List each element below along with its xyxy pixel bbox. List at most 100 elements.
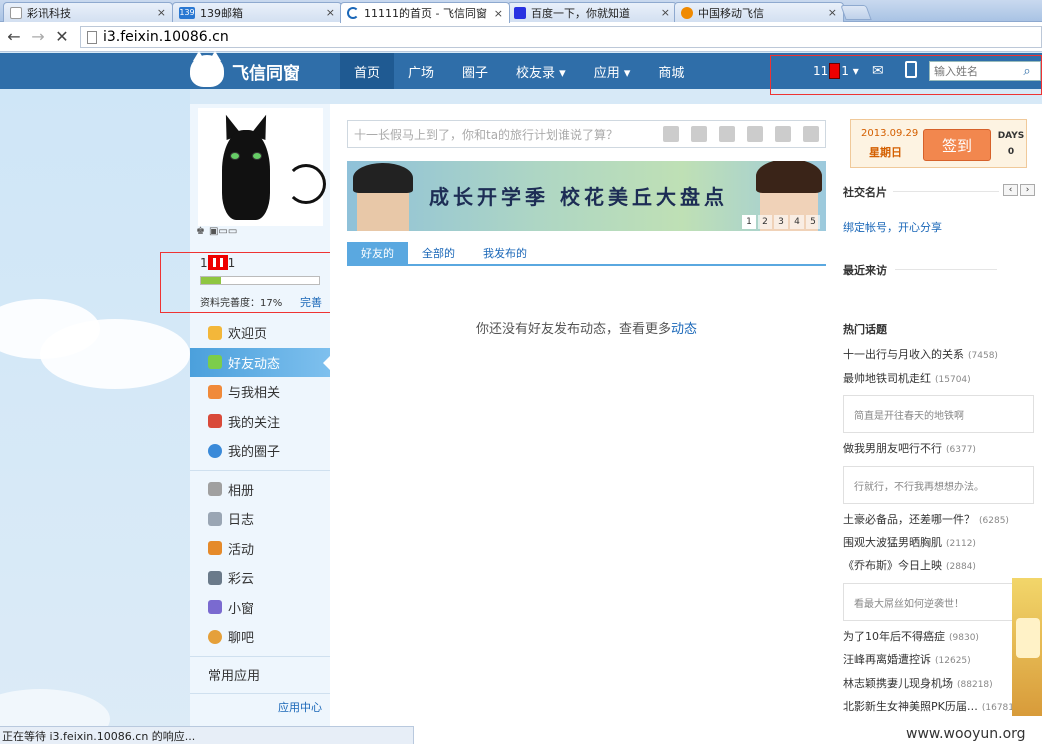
topic-quote: 简直是开往春天的地铁啊 [843, 395, 1034, 433]
topic-quote: 行就行，不行我再想想办法。 [843, 466, 1034, 504]
tab-mine[interactable]: 我发布的 [469, 242, 541, 264]
redaction-mark [207, 255, 228, 270]
camera-icon[interactable] [691, 126, 707, 142]
emoji-icon[interactable] [663, 126, 679, 142]
avatar[interactable] [198, 108, 326, 226]
topic-link[interactable]: 林志颖携妻儿现身机场 (88218) [843, 675, 993, 691]
close-icon[interactable]: × [494, 7, 503, 20]
divider [895, 269, 997, 270]
topic-link[interactable]: 围观大波猛男晒胸肌 (2112) [843, 534, 976, 550]
feed-tabs: 好友的 全部的 我发布的 [347, 242, 826, 266]
profile-name[interactable]: 1 1 [200, 255, 235, 270]
topic-link[interactable]: 做我男朋友吧行不行 (6377) [843, 440, 976, 456]
nav-square[interactable]: 广场 [394, 53, 448, 89]
sidebar-item-label: 好友动态 [228, 356, 281, 372]
topic-count: (2112) [946, 539, 976, 549]
hot-topics-heading: 热门话题 [843, 323, 887, 336]
tab-friends[interactable]: 好友的 [347, 242, 408, 264]
topic-link[interactable]: 北影新生女神美照PK历届… (167818) [843, 698, 1023, 714]
close-icon[interactable]: × [326, 6, 335, 19]
sidebar-item-blog[interactable]: 日志 [190, 504, 330, 534]
complete-profile-link[interactable]: 完善 [300, 294, 322, 310]
promo-banner[interactable]: 成长开学季 校花美丘大盘点 1 2 3 4 5 [347, 161, 826, 231]
sidebar-item-friend-feed[interactable]: 好友动态 [190, 347, 331, 377]
forward-icon[interactable]: → [28, 26, 48, 46]
topic-link[interactable]: 为了10年后不得癌症 (9830) [843, 628, 979, 644]
topic-link[interactable]: 汪峰再离婚遭控诉 (12625) [843, 651, 971, 667]
sidebar-item-caiyun[interactable]: 彩云 [190, 563, 330, 593]
sidebar-item-label: 与我相关 [228, 386, 281, 402]
next-arrow-icon[interactable]: › [1020, 184, 1035, 196]
sidebar-item-following[interactable]: 我的关注 [190, 407, 330, 437]
sidebar-item-label: 我的关注 [228, 415, 281, 431]
at-icon[interactable] [775, 126, 791, 142]
topic-count: (6285) [979, 516, 1009, 526]
post-input[interactable]: 十一长假马上到了，你和ta的旅行计划谁说了算？ [347, 120, 826, 148]
nav-mall[interactable]: 商城 [644, 53, 698, 89]
stop-icon[interactable]: ✕ [52, 26, 72, 46]
more-feed-link[interactable]: 动态 [671, 322, 697, 337]
sidebar-item-album[interactable]: 相册 [190, 475, 330, 505]
empty-feed-message: 你还没有好友发布动态，查看更多动态 [347, 318, 826, 337]
new-tab-button[interactable] [840, 5, 872, 20]
banner-page[interactable]: 4 [790, 215, 804, 229]
sidebar-item-mentions[interactable]: 与我相关 [190, 377, 330, 407]
mail139-icon: 139 [179, 6, 195, 19]
browser-tab-active[interactable]: 11111的首页 - 飞信同窗 × [340, 2, 510, 23]
browser-tab[interactable]: 中国移动飞信 × [674, 2, 844, 22]
window-icon [208, 600, 222, 615]
topic-count: (9830) [949, 633, 979, 643]
nav-alumni[interactable]: 校友录 ▾ [502, 53, 580, 89]
document-icon [208, 511, 222, 526]
topic-quote: 看最大屌丝如何逆袭世！ [843, 583, 1013, 621]
divider [893, 191, 999, 192]
sidebar-item-events[interactable]: 活动 [190, 534, 330, 564]
checkin-weekday: 星期日 [869, 146, 902, 159]
sidebar-item-window[interactable]: 小窗 [190, 593, 330, 623]
close-icon[interactable]: × [157, 6, 166, 19]
poll-icon[interactable] [803, 126, 819, 142]
back-icon[interactable]: ← [4, 26, 24, 46]
video-icon[interactable] [719, 126, 735, 142]
browser-tab[interactable]: 百度一下，你就知道 × [507, 2, 677, 22]
topic-link[interactable]: 土豪必备品，还差哪一件？ (6285) [843, 511, 1009, 527]
logo[interactable]: 飞信同窗 [190, 51, 300, 87]
topic-link[interactable]: 《乔布斯》今日上映 (2884) [843, 557, 976, 573]
sidebar-item-welcome[interactable]: 欢迎页 [190, 318, 330, 348]
nav-apps[interactable]: 应用 ▾ [580, 53, 645, 89]
topic-link[interactable]: 十一出行与月收入的关系 (7458) [843, 346, 998, 362]
prev-arrow-icon[interactable]: ‹ [1003, 184, 1018, 196]
checkin-button[interactable]: 签到 [923, 129, 991, 161]
tab-title: 中国移动飞信 [698, 6, 764, 20]
tab-all[interactable]: 全部的 [408, 242, 469, 264]
nav-home[interactable]: 首页 [340, 53, 395, 89]
address-bar[interactable]: i3.feixin.10086.cn [80, 26, 1042, 48]
bind-account-link[interactable]: 绑定帐号，开心分享 [843, 219, 942, 235]
browser-tab[interactable]: 彩讯科技 × [3, 2, 173, 22]
banner-photo [353, 163, 413, 231]
topic-title: 最帅地铁司机走红 [843, 372, 931, 385]
topic-link[interactable]: 最帅地铁司机走红 (15704) [843, 370, 971, 386]
smile-icon [208, 325, 222, 340]
fetion-icon [681, 6, 693, 19]
side-advertisement[interactable] [1012, 578, 1042, 716]
banner-page[interactable]: 5 [806, 215, 820, 229]
close-icon[interactable]: × [828, 6, 837, 19]
left-sidebar: ♚ ▣▭▭ 1 1 资料完善度：17% 完善 欢迎页 好友动态 与我相关 我的关… [160, 104, 346, 744]
main-nav: 首页 广场 圈子 校友录 ▾ 应用 ▾ 商城 [340, 53, 698, 89]
close-icon[interactable]: × [661, 6, 670, 19]
topic-count: (6377) [946, 445, 976, 455]
banner-page[interactable]: 1 [742, 215, 756, 229]
sidebar-item-my-circles[interactable]: 我的圈子 [190, 436, 330, 466]
profile-name-prefix: 1 [200, 255, 208, 270]
sidebar-item-chat-bar[interactable]: 聊吧 [190, 622, 330, 652]
checkin-days: DAYS 0 [996, 128, 1026, 160]
tab-title: 139邮箱 [200, 6, 243, 20]
app-center-link[interactable]: 应用中心 [190, 698, 330, 718]
comment-icon[interactable] [747, 126, 763, 142]
social-card-heading: 社交名片 [843, 186, 887, 199]
banner-page[interactable]: 2 [758, 215, 772, 229]
browser-tab[interactable]: 139 139邮箱 × [172, 2, 342, 22]
banner-page[interactable]: 3 [774, 215, 788, 229]
nav-circles[interactable]: 圈子 [448, 53, 502, 89]
